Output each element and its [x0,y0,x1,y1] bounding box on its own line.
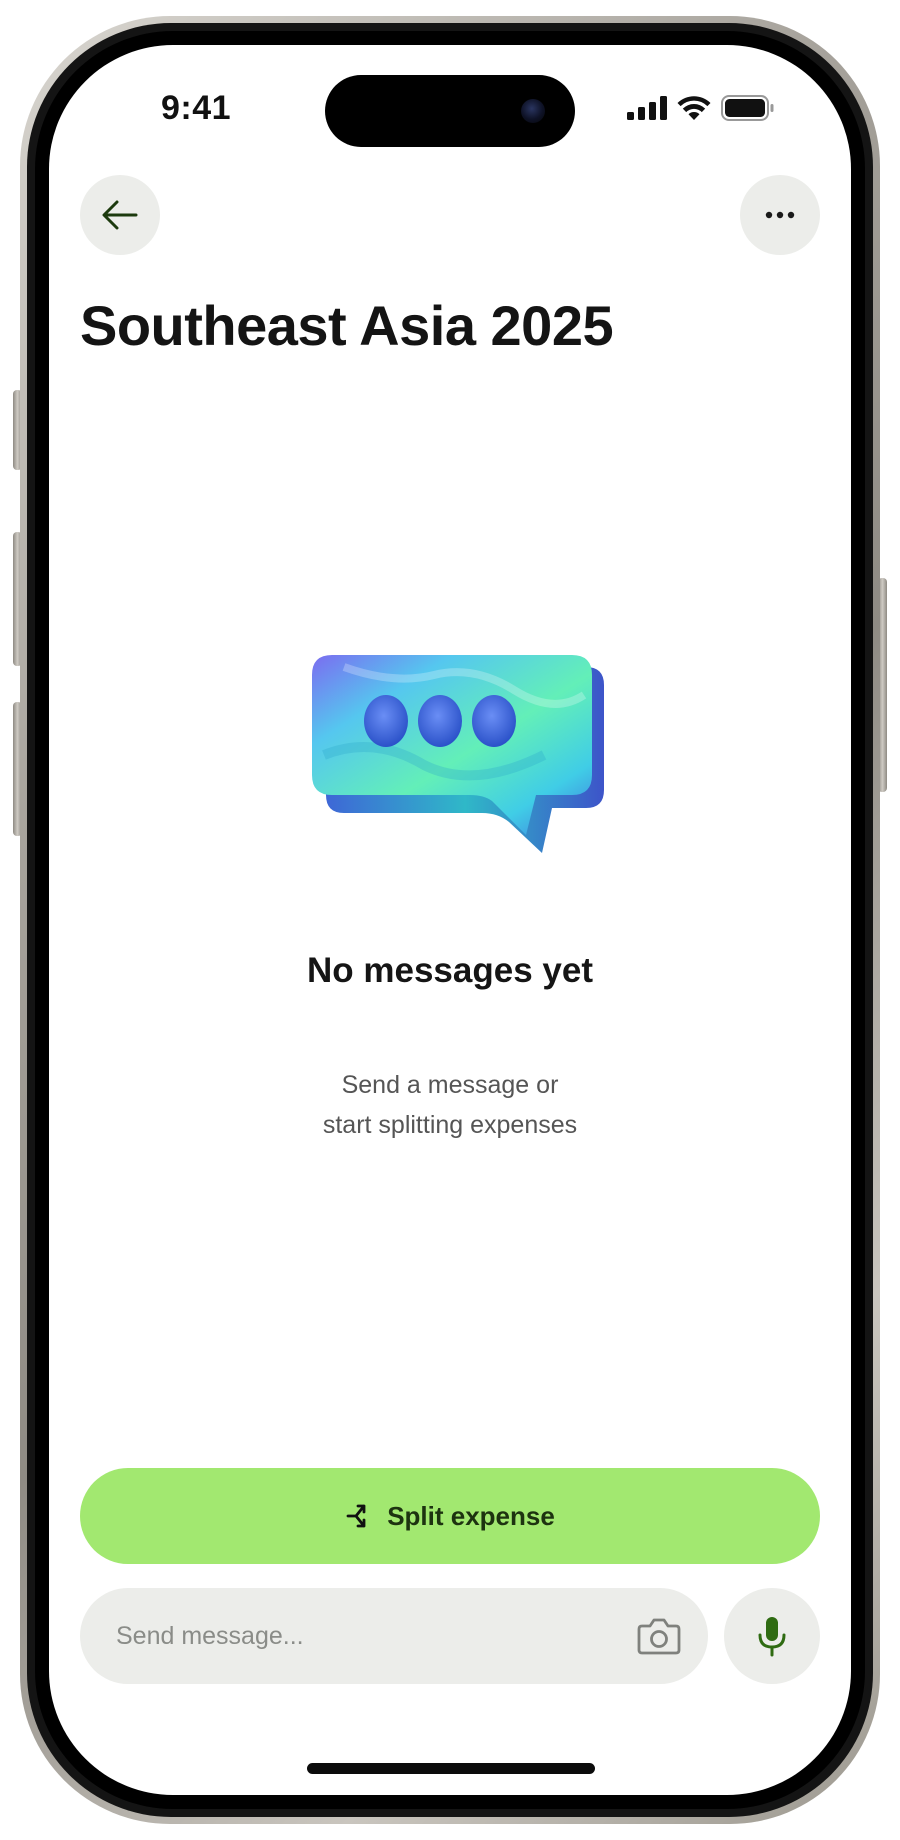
camera-lens [521,99,545,123]
battery-icon [721,95,774,121]
status-icons [627,95,775,121]
cellular-signal-icon [627,96,667,120]
chat-bubble-illustration [312,655,604,853]
split-icon [346,1504,366,1528]
split-expense-button[interactable]: Split expense [80,1468,820,1564]
empty-state-subtitle: Send a message or start splitting expens… [49,1065,851,1145]
back-button[interactable] [80,175,160,255]
message-input[interactable] [116,1588,616,1684]
empty-state-title: No messages yet [307,951,593,990]
app-screen: 9:41 Southeast Asia 2025 No messages yet… [49,45,851,1795]
split-expense-label: Split expense [387,1500,555,1531]
ellipsis-icon [765,211,795,219]
wifi-icon [677,96,711,120]
camera-icon[interactable] [636,1614,682,1658]
empty-state-subtitle-line-1: Send a message or [341,1071,559,1099]
status-time: 9:41 [161,89,232,127]
empty-state-subtitle-line-2: start splitting expenses [322,1111,578,1139]
microphone-icon [758,1617,786,1657]
message-composer [80,1588,708,1684]
page-title: Southeast Asia 2025 [80,294,614,357]
microphone-button[interactable] [724,1588,820,1684]
more-options-button[interactable] [740,175,820,255]
device-stage: 9:41 Southeast Asia 2025 No messages yet… [0,0,900,1840]
arrow-left-icon [102,200,138,230]
home-indicator [307,1763,595,1774]
dynamic-island [325,75,575,147]
